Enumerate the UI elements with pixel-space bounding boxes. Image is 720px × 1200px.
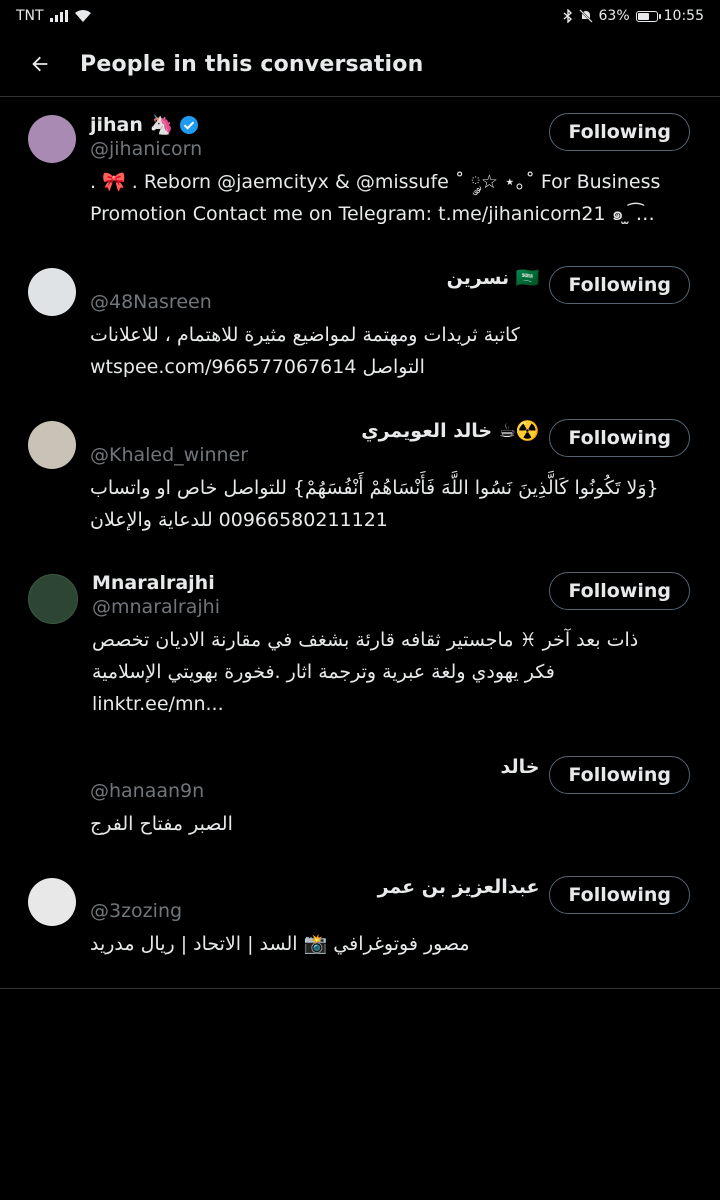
person-row[interactable]: jihan 🦄 @jihanicorn Following . 🎀 . Reborn … (0, 97, 720, 250)
people-list: jihan 🦄 @jihanicorn Following . 🎀 . Reborn … (0, 97, 720, 980)
status-right: 63% 10:55 (563, 8, 704, 24)
back-button[interactable] (16, 40, 64, 88)
bluetooth-icon (563, 9, 572, 23)
person-top-row: jihan 🦄 @jihanicorn Following (90, 113, 692, 160)
battery-percent: 63% (598, 8, 630, 24)
display-name[interactable]: خالد العويمري ☕☢️ (90, 419, 539, 442)
handle[interactable]: @48Nasreen (90, 291, 539, 313)
person-row[interactable]: خالد العويمري ☕☢️ @Khaled_winner Following… (0, 403, 720, 556)
handle[interactable]: @hanaan9n (90, 780, 539, 802)
following-button[interactable]: Following (549, 572, 690, 610)
bio: الصبر مفتاح الفرج (90, 808, 692, 840)
bio: ذات بعد آخر ♓ ماجستير ثقافه قارئة بشغف ف… (92, 624, 692, 720)
bio-line: فكر يهودي ولغة عبرية وترجمة اثار .فخورة … (92, 661, 555, 715)
bio-line: 00966580211121 للدعاية والإعلان (90, 509, 388, 531)
person-top-row: عبدالعزيز بن عمر @3zozing Following (90, 876, 692, 922)
wifi-icon (74, 9, 91, 22)
handle[interactable]: @mnaralrajhi (92, 596, 539, 618)
status-left: TNT (16, 8, 92, 24)
display-name-text: عبدالعزيز بن عمر (377, 876, 540, 898)
following-button[interactable]: Following (549, 113, 690, 151)
verified-badge-icon (180, 115, 199, 134)
avatar[interactable] (28, 115, 76, 163)
bio: . 🎀 . Reborn @jaemcityx & @missufe ˚ ༘☆ … (90, 166, 692, 230)
bio: مصور فوتوغرافي 📸 السد | الاتحاد | ريال م… (90, 928, 692, 960)
avatar[interactable] (28, 268, 76, 316)
person-row[interactable]: خالد @hanaan9n Following الصبر مفتاح الفرج (0, 740, 720, 860)
bio: كاتبة ثريدات ومهتمة لمواضيع مثيرة للاهتم… (90, 319, 692, 383)
person-names: Mnaralrajhi @mnaralrajhi (92, 572, 539, 618)
bio: {وَلا تَكُونُوا كَالَّذِينَ نَسُوا اللَّ… (90, 472, 692, 536)
page-header: People in this conversation (0, 32, 720, 97)
signal-icon (49, 10, 68, 22)
bio-line: . 🎀 . Reborn @jaemcityx & @missufe ˚ ༘☆ … (90, 171, 661, 193)
display-name-text: خالد العويمري ☕☢️ (361, 420, 540, 442)
carrier-label: TNT (16, 8, 44, 24)
person-names: خالد العويمري ☕☢️ @Khaled_winner (90, 419, 539, 466)
person-names: jihan 🦄 @jihanicorn (90, 113, 539, 160)
person-body: خالد العويمري ☕☢️ @Khaled_winner Following… (90, 419, 692, 536)
person-names: نسرين 🇸🇦 @48Nasreen (90, 266, 539, 313)
clock: 10:55 (663, 8, 704, 24)
person-names: خالد @hanaan9n (90, 756, 539, 802)
handle[interactable]: @3zozing (90, 900, 539, 922)
avatar[interactable] (28, 574, 78, 624)
bio-line: الصبر مفتاح الفرج (90, 813, 233, 835)
bio-line: ذات بعد آخر ♓ ماجستير ثقافه قارئة بشغف ف… (92, 629, 639, 651)
display-name[interactable]: نسرين 🇸🇦 (90, 266, 540, 289)
person-row[interactable]: عبدالعزيز بن عمر @3zozing Following مصور فو… (0, 860, 720, 980)
person-body: عبدالعزيز بن عمر @3zozing Following مصور فو… (90, 876, 692, 960)
bio-line: كاتبة ثريدات ومهتمة لمواضيع مثيرة للاهتم… (90, 324, 520, 346)
avatar[interactable] (28, 758, 76, 806)
display-name-text: خالد (500, 756, 540, 778)
following-button[interactable]: Following (549, 266, 690, 304)
bio-line: Promotion Contact me on Telegram: t.me/j… (90, 203, 655, 225)
person-row[interactable]: نسرين 🇸🇦 @48Nasreen Following كاتبة ثريدات … (0, 250, 720, 403)
page-title: People in this conversation (80, 51, 424, 77)
person-top-row: خالد @hanaan9n Following (90, 756, 692, 802)
list-end-divider (0, 988, 720, 989)
avatar[interactable] (28, 878, 76, 926)
display-name[interactable]: عبدالعزيز بن عمر (90, 876, 540, 898)
handle[interactable]: @Khaled_winner (90, 444, 539, 466)
status-bar: TNT 63% 10:55 (0, 0, 720, 32)
following-button[interactable]: Following (549, 419, 690, 457)
person-body: نسرين 🇸🇦 @48Nasreen Following كاتبة ثريدات … (90, 266, 692, 383)
display-name-text: نسرين 🇸🇦 (446, 267, 540, 289)
mute-bell-icon (578, 9, 593, 23)
bio-line: {وَلا تَكُونُوا كَالَّذِينَ نَسُوا اللَّ… (90, 477, 659, 499)
bio-line: التواصل wtspee.com/966577067614 (90, 356, 425, 378)
person-top-row: Mnaralrajhi @mnaralrajhi Following (92, 572, 692, 618)
battery-icon (635, 10, 661, 22)
display-name[interactable]: jihan 🦄 (90, 113, 539, 136)
person-body: خالد @hanaan9n Following الصبر مفتاح الفرج (90, 756, 692, 840)
bio-line: مصور فوتوغرافي 📸 السد | الاتحاد | ريال م… (90, 933, 470, 955)
display-name[interactable]: خالد (90, 756, 540, 778)
following-button[interactable]: Following (549, 756, 690, 794)
person-body: jihan 🦄 @jihanicorn Following . 🎀 . Reborn … (90, 113, 692, 230)
display-name[interactable]: Mnaralrajhi (92, 572, 539, 594)
arrow-left-icon (32, 56, 48, 72)
avatar[interactable] (28, 421, 76, 469)
person-top-row: نسرين 🇸🇦 @48Nasreen Following (90, 266, 692, 313)
display-name-text: Mnaralrajhi (92, 572, 215, 594)
person-body: Mnaralrajhi @mnaralrajhi Following ذات بعد … (92, 572, 692, 720)
display-name-text: jihan 🦄 (90, 114, 174, 136)
following-button[interactable]: Following (549, 876, 690, 914)
person-row[interactable]: Mnaralrajhi @mnaralrajhi Following ذات بعد … (0, 556, 720, 740)
person-names: عبدالعزيز بن عمر @3zozing (90, 876, 539, 922)
handle[interactable]: @jihanicorn (90, 138, 539, 160)
person-top-row: خالد العويمري ☕☢️ @Khaled_winner Following (90, 419, 692, 466)
